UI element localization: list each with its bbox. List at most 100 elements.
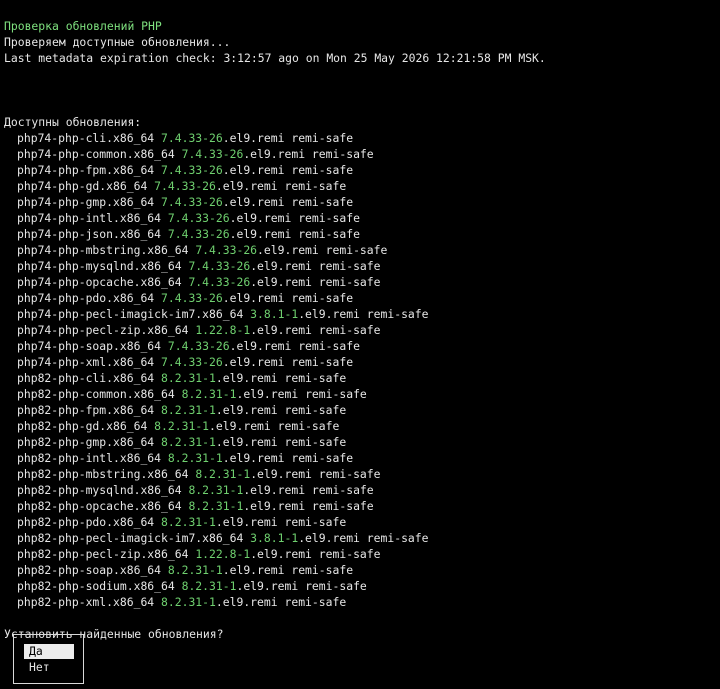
package-row: php82-php-cli.x86_64 8.2.31-1.el9.remi r… bbox=[4, 370, 716, 386]
package-name: php82-php-pecl-zip.x86_64 bbox=[17, 547, 189, 561]
package-name: php74-php-intl.x86_64 bbox=[17, 211, 162, 225]
package-row: php74-php-intl.x86_64 7.4.33-26.el9.remi… bbox=[4, 210, 716, 226]
package-release: .el9.remi bbox=[215, 403, 278, 417]
package-row: php74-php-opcache.x86_64 7.4.33-26.el9.r… bbox=[4, 274, 716, 290]
package-version: 8.2.31-1 bbox=[181, 387, 237, 401]
package-row: php74-php-json.x86_64 7.4.33-26.el9.remi… bbox=[4, 226, 716, 242]
package-name: php74-php-pdo.x86_64 bbox=[17, 291, 155, 305]
package-repo: remi-safe bbox=[291, 163, 354, 177]
package-release: .el9.remi bbox=[215, 515, 278, 529]
package-repo: remi-safe bbox=[298, 227, 360, 241]
package-name: php82-php-cli.x86_64 bbox=[17, 371, 155, 385]
package-name: php74-php-soap.x86_64 bbox=[17, 339, 162, 353]
terminal-output: Проверка обновлений PHP Проверяем доступ… bbox=[4, 18, 716, 642]
package-repo: remi-safe bbox=[305, 387, 367, 401]
package-repo: remi-safe bbox=[318, 259, 381, 273]
package-repo: remi-safe bbox=[318, 467, 381, 481]
package-repo: remi-safe bbox=[291, 195, 354, 209]
package-repo: remi-safe bbox=[366, 307, 429, 321]
package-name: php82-php-gd.x86_64 bbox=[17, 419, 148, 433]
package-row: php82-php-soap.x86_64 8.2.31-1.el9.remi … bbox=[4, 562, 716, 578]
package-version: 8.2.31-1 bbox=[154, 419, 210, 433]
package-name: php82-php-gmp.x86_64 bbox=[17, 435, 155, 449]
package-version: 7.4.33-26 bbox=[188, 275, 251, 289]
package-repo: remi-safe bbox=[311, 499, 374, 513]
package-version: 7.4.33-26 bbox=[154, 179, 216, 193]
package-repo: remi-safe bbox=[291, 563, 354, 577]
package-row: php74-php-pecl-imagick-im7.x86_64 3.8.1-… bbox=[4, 306, 716, 322]
package-repo: remi-safe bbox=[277, 419, 340, 433]
package-list: php74-php-cli.x86_64 7.4.33-26.el9.remi … bbox=[4, 130, 716, 610]
yes-option[interactable]: Да bbox=[24, 644, 74, 659]
package-row: php74-php-gmp.x86_64 7.4.33-26.el9.remi … bbox=[4, 194, 716, 210]
package-repo: remi-safe bbox=[318, 547, 381, 561]
package-row: php74-php-soap.x86_64 7.4.33-26.el9.remi… bbox=[4, 338, 716, 354]
package-name: php82-php-mysqlnd.x86_64 bbox=[17, 483, 182, 497]
package-repo: remi-safe bbox=[284, 435, 347, 449]
package-version: 8.2.31-1 bbox=[181, 579, 237, 593]
package-repo: remi-safe bbox=[291, 291, 354, 305]
package-repo: remi-safe bbox=[291, 131, 354, 145]
package-repo: remi-safe bbox=[305, 579, 367, 593]
package-name: php82-php-mbstring.x86_64 bbox=[17, 467, 189, 481]
package-repo: remi-safe bbox=[311, 483, 374, 497]
package-repo: remi-safe bbox=[291, 451, 354, 465]
package-name: php74-php-common.x86_64 bbox=[17, 147, 175, 161]
package-name: php82-php-xml.x86_64 bbox=[17, 595, 155, 609]
package-name: php74-php-pecl-zip.x86_64 bbox=[17, 323, 189, 337]
package-version: 7.4.33-26 bbox=[195, 243, 258, 257]
package-row: php74-php-common.x86_64 7.4.33-26.el9.re… bbox=[4, 146, 716, 162]
package-row: php82-php-common.x86_64 8.2.31-1.el9.rem… bbox=[4, 386, 716, 402]
package-repo: remi-safe bbox=[284, 515, 347, 529]
package-release: .el9.remi bbox=[215, 435, 278, 449]
package-version: 7.4.33-26 bbox=[161, 355, 223, 369]
package-name: php74-php-json.x86_64 bbox=[17, 227, 162, 241]
package-release: .el9.remi bbox=[257, 243, 319, 257]
package-row: php82-php-xml.x86_64 8.2.31-1.el9.remi r… bbox=[4, 594, 716, 610]
package-row: php74-php-pecl-zip.x86_64 1.22.8-1.el9.r… bbox=[4, 322, 716, 338]
package-version: 7.4.33-26 bbox=[188, 259, 251, 273]
package-row: php82-php-intl.x86_64 8.2.31-1.el9.remi … bbox=[4, 450, 716, 466]
package-row: php74-php-fpm.x86_64 7.4.33-26.el9.remi … bbox=[4, 162, 716, 178]
package-version: 8.2.31-1 bbox=[161, 515, 216, 529]
package-row: php74-php-xml.x86_64 7.4.33-26.el9.remi … bbox=[4, 354, 716, 370]
package-row: php82-php-pecl-imagick-im7.x86_64 3.8.1-… bbox=[4, 530, 716, 546]
package-version: 7.4.33-26 bbox=[167, 339, 230, 353]
package-name: php82-php-common.x86_64 bbox=[17, 387, 175, 401]
package-repo: remi-safe bbox=[366, 531, 429, 545]
package-name: php82-php-pecl-imagick-im7.x86_64 bbox=[17, 531, 244, 545]
package-release: .el9.remi bbox=[222, 451, 285, 465]
metadata-expiration-line: Last metadata expiration check: 3:12:57 … bbox=[4, 51, 546, 65]
package-name: php74-php-mysqlnd.x86_64 bbox=[17, 259, 182, 273]
package-row: php74-php-gd.x86_64 7.4.33-26.el9.remi r… bbox=[4, 178, 716, 194]
package-name: php82-php-opcache.x86_64 bbox=[17, 499, 182, 513]
package-release: .el9.remi bbox=[298, 531, 360, 545]
package-release: .el9.remi bbox=[229, 339, 292, 353]
package-name: php82-php-pdo.x86_64 bbox=[17, 515, 155, 529]
package-version: 8.2.31-1 bbox=[188, 483, 244, 497]
install-question: Установить найденные обновления? bbox=[4, 627, 224, 641]
package-version: 7.4.33-26 bbox=[161, 291, 223, 305]
package-version: 1.22.8-1 bbox=[195, 323, 251, 337]
package-row: php74-php-mysqlnd.x86_64 7.4.33-26.el9.r… bbox=[4, 258, 716, 274]
updates-heading: Доступны обновления: bbox=[4, 115, 142, 129]
package-repo: remi-safe bbox=[291, 355, 354, 369]
package-version: 3.8.1-1 bbox=[250, 531, 299, 545]
package-release: .el9.remi bbox=[243, 483, 306, 497]
package-row: php82-php-fpm.x86_64 8.2.31-1.el9.remi r… bbox=[4, 402, 716, 418]
package-version: 3.8.1-1 bbox=[250, 307, 299, 321]
package-release: .el9.remi bbox=[229, 227, 292, 241]
package-row: php82-php-sodium.x86_64 8.2.31-1.el9.rem… bbox=[4, 578, 716, 594]
package-release: .el9.remi bbox=[250, 323, 312, 337]
no-option[interactable]: Нет bbox=[24, 660, 74, 675]
package-name: php74-php-fpm.x86_64 bbox=[17, 163, 155, 177]
screen-title: Проверка обновлений PHP bbox=[4, 19, 162, 33]
package-name: php74-php-gmp.x86_64 bbox=[17, 195, 155, 209]
package-version: 8.2.31-1 bbox=[188, 499, 244, 513]
package-version: 7.4.33-26 bbox=[181, 147, 244, 161]
package-row: php74-php-mbstring.x86_64 7.4.33-26.el9.… bbox=[4, 242, 716, 258]
package-name: php82-php-soap.x86_64 bbox=[17, 563, 162, 577]
package-version: 8.2.31-1 bbox=[167, 451, 223, 465]
